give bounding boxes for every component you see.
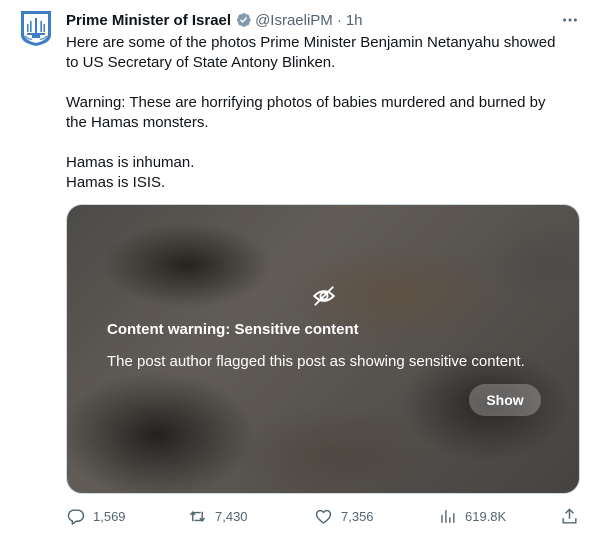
post-text-line: Hamas is ISIS. (66, 174, 166, 191)
post-text-line: to US Secretary of State Antony Blinken. (66, 54, 336, 71)
post-actions: 1,569 7,430 7,356 619.8K (66, 505, 580, 527)
reply-count: 1,569 (93, 508, 126, 524)
more-icon (563, 18, 577, 22)
post-timestamp[interactable]: 1h (346, 12, 363, 29)
views-count: 619.8K (465, 508, 507, 524)
show-sensitive-button[interactable]: Show (469, 384, 541, 416)
content-warning-description: The post author flagged this post as sho… (107, 353, 525, 370)
post[interactable]: Prime Minister of Israel @IsraeliPM · 1h… (0, 0, 595, 534)
post-text-line: Warning: These are horrifying photos of … (66, 94, 546, 111)
like-button[interactable]: 7,356 (314, 505, 374, 527)
content-warning-title: Content warning: Sensitive content (107, 321, 359, 338)
sensitive-media[interactable]: Content warning: Sensitive content The p… (66, 204, 580, 494)
post-text-line: Here are some of the photos Prime Minist… (66, 34, 556, 51)
reply-button[interactable]: 1,569 (66, 505, 126, 527)
author-name[interactable]: Prime Minister of Israel (66, 12, 231, 29)
views-chart-icon (441, 509, 455, 523)
post-text-line: Hamas is inhuman. (66, 154, 195, 171)
heart-icon (315, 509, 332, 524)
views-button[interactable]: 619.8K (438, 505, 506, 527)
eye-off-icon (312, 286, 336, 306)
reply-icon (67, 508, 85, 525)
more-options-button[interactable] (559, 10, 581, 30)
separator-dot: · (336, 11, 342, 29)
avatar[interactable] (16, 8, 56, 48)
author-handle[interactable]: @IsraeliPM (255, 12, 333, 29)
repost-count: 7,430 (215, 508, 248, 524)
media-overlay (67, 205, 579, 493)
repost-icon (189, 510, 206, 522)
share-button[interactable] (560, 505, 579, 527)
verified-badge-icon[interactable] (234, 11, 252, 29)
share-icon (562, 507, 577, 524)
israel-emblem-icon (21, 11, 51, 46)
repost-button[interactable]: 7,430 (188, 505, 248, 527)
post-text: Here are some of the photos Prime Minist… (66, 33, 576, 193)
post-text-line: the Hamas monsters. (66, 114, 209, 131)
like-count: 7,356 (341, 508, 374, 524)
post-header: Prime Minister of Israel @IsraeliPM · 1h (66, 10, 579, 30)
